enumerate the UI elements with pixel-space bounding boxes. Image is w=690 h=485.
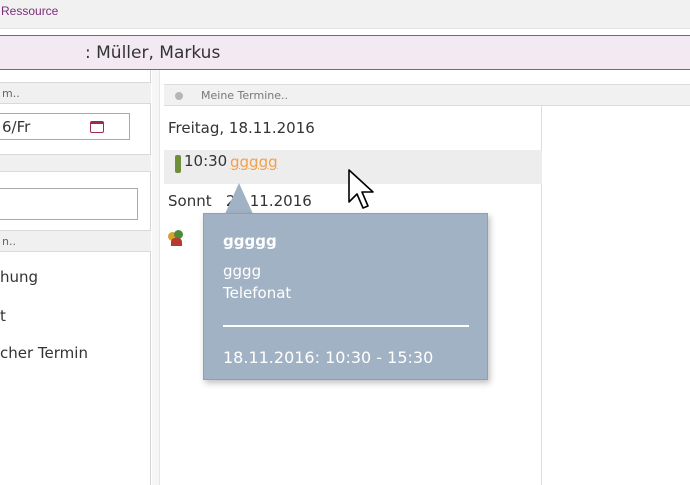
phone-icon: [175, 155, 181, 173]
category-item[interactable]: t: [0, 307, 6, 325]
mouse-pointer-icon: [348, 169, 374, 209]
category-item[interactable]: hung: [0, 268, 38, 286]
my-appointments-header[interactable]: Meine Termine..: [164, 84, 690, 106]
resource-title-bar: : Müller, Markus: [0, 35, 690, 70]
sidebar-splitter[interactable]: [152, 70, 160, 485]
people-icon: [168, 230, 184, 246]
day-header: Freitag, 18.11.2016: [168, 119, 315, 137]
left-panel-header-3[interactable]: n..: [0, 230, 151, 252]
date-input[interactable]: 6/Fr: [0, 113, 130, 140]
tooltip-arrow: [225, 183, 253, 214]
appointment-time: 10:30: [184, 152, 228, 170]
date-input-value: 6/Fr: [2, 118, 31, 136]
resource-title: : Müller, Markus: [85, 43, 221, 63]
left-panel-header-label: m..: [2, 87, 20, 100]
search-input[interactable]: [0, 188, 138, 220]
category-item[interactable]: cher Termin: [0, 344, 88, 362]
left-panel-header[interactable]: m..: [0, 82, 151, 104]
status-dot-icon: [175, 92, 183, 100]
left-panel-header-2[interactable]: [0, 154, 151, 172]
breadcrumb[interactable]: Ressource: [1, 4, 58, 18]
tooltip-divider: [223, 325, 469, 327]
tooltip-subtitle: gggg: [223, 262, 262, 280]
tooltip-title[interactable]: ggggg: [223, 232, 277, 250]
left-panel-header-3-label: n..: [2, 235, 16, 248]
calendar-icon[interactable]: [90, 121, 104, 133]
tooltip-type: Telefonat: [223, 284, 292, 302]
appointment-tooltip: ggggg gggg Telefonat 18.11.2016: 10:30 -…: [203, 213, 488, 380]
my-appointments-header-label: Meine Termine..: [201, 89, 289, 102]
top-bar: Ressource: [0, 0, 690, 29]
appointment-title-link[interactable]: ggggg: [230, 153, 278, 171]
tooltip-time-range: 18.11.2016: 10:30 - 15:30: [223, 348, 434, 367]
